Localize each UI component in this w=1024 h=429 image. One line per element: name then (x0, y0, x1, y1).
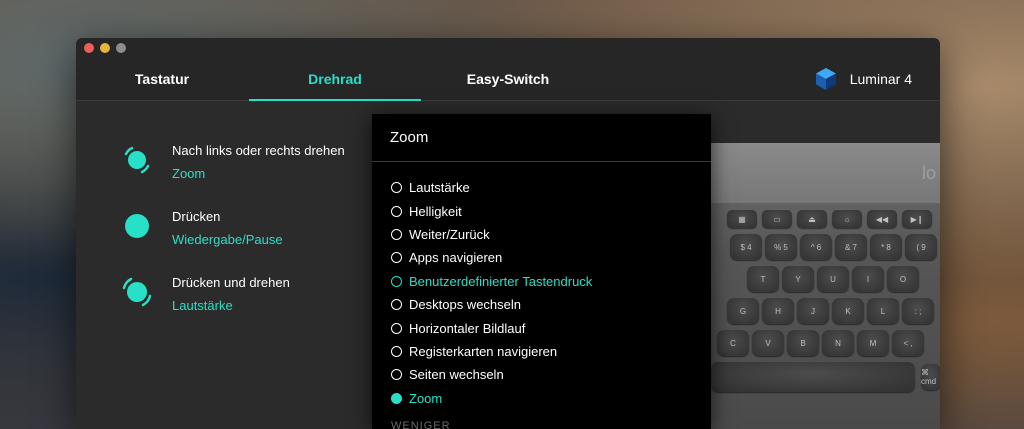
option-horizontaler-bildlauf[interactable]: Horizontaler Bildlauf (372, 316, 711, 339)
luminar-cube-icon (815, 67, 836, 90)
keyboard-preview: lo ▦ ▭ ⏏ ☼ ◀◀ ▶❙ $ 4 % 5 ^ 6 & 7 * 8 ( 9… (711, 143, 940, 429)
option-zoom[interactable]: Zoom (372, 387, 711, 410)
tab-drehrad[interactable]: Drehrad (249, 56, 421, 102)
keyboard-top-edge: lo (711, 143, 940, 203)
key: * 8 (870, 234, 902, 260)
key: H (762, 298, 794, 324)
key-fn: ▭ (762, 210, 792, 228)
radio-selected-icon (391, 392, 402, 404)
key: $ 4 (730, 234, 762, 260)
radio-icon (391, 275, 402, 287)
option-label: Lautstärke (409, 180, 470, 196)
tab-tastatur[interactable]: Tastatur (100, 56, 224, 101)
window-controls (84, 43, 126, 53)
action-press-rotate[interactable]: Drücken und drehen Lautstärke (120, 275, 290, 314)
action-rotate-value[interactable]: Zoom (172, 166, 345, 182)
key: & 7 (835, 234, 867, 260)
radio-icon (391, 252, 402, 264)
option-apps-navigieren[interactable]: Apps navigieren (372, 246, 711, 269)
key: M (857, 330, 889, 356)
option-helligkeit[interactable]: Helligkeit (372, 199, 711, 222)
dial-rotate-icon (124, 146, 150, 174)
key: N (822, 330, 854, 356)
key: < , (892, 330, 924, 356)
radio-icon (391, 228, 402, 240)
radio-icon (391, 299, 402, 311)
function-dropdown: Zoom Lautstärke Helligkeit Weiter/Zurück… (372, 114, 711, 429)
key: V (752, 330, 784, 356)
option-label: Weiter/Zurück (409, 226, 490, 242)
radio-icon (391, 369, 402, 381)
dial-press-icon (125, 214, 149, 238)
key: L (867, 298, 899, 324)
action-press-rotate-value[interactable]: Lautstärke (172, 298, 290, 314)
option-label: Benutzerdefinierter Tastendruck (409, 273, 593, 289)
key: U (817, 266, 849, 292)
app-selector[interactable]: Luminar 4 (814, 56, 912, 101)
option-desktops-wechseln[interactable]: Desktops wechseln (372, 293, 711, 316)
action-press[interactable]: Drücken Wiedergabe/Pause (120, 209, 283, 248)
radio-icon (391, 345, 402, 357)
show-less-button[interactable]: WENIGER (391, 420, 451, 429)
key-fn: ▶❙ (902, 210, 932, 228)
option-registerkarten-navigieren[interactable]: Registerkarten navigieren (372, 340, 711, 363)
key-fn: ☼ (832, 210, 862, 228)
key: G (727, 298, 759, 324)
key: B (787, 330, 819, 356)
option-label: Horizontaler Bildlauf (409, 320, 526, 336)
key-cmd: ⌘ cmd (921, 364, 940, 390)
app-name: Luminar 4 (849, 70, 912, 87)
dial-press-rotate-icon (122, 277, 152, 307)
key-fn: ▦ (727, 210, 757, 228)
key: T (747, 266, 779, 292)
keyboard-logo: lo (921, 163, 936, 183)
option-weiter-zurueck[interactable]: Weiter/Zurück (372, 223, 711, 246)
radio-icon (391, 182, 402, 194)
tab-easy-switch[interactable]: Easy-Switch (446, 56, 570, 101)
option-label: Seiten wechseln (409, 367, 504, 383)
key-space (711, 362, 915, 392)
option-benutzerdefinierter-tastendruck[interactable]: Benutzerdefinierter Tastendruck (372, 270, 711, 293)
key: % 5 (765, 234, 797, 260)
option-lautstaerke[interactable]: Lautstärke (372, 176, 711, 199)
option-label: Apps navigieren (409, 250, 503, 266)
maximize-window-button[interactable] (116, 43, 126, 53)
option-label: Helligkeit (409, 203, 462, 219)
tab-bar: Tastatur Drehrad Easy-Switch Luminar 4 (76, 56, 940, 102)
key: J (797, 298, 829, 324)
action-press-title: Drücken (172, 209, 221, 224)
key-fn: ⏏ (797, 210, 827, 228)
option-seiten-wechseln[interactable]: Seiten wechseln (372, 363, 711, 386)
radio-icon (391, 322, 402, 334)
key: ( 9 (905, 234, 937, 260)
action-rotate-title: Nach links oder rechts drehen (172, 143, 345, 158)
action-press-rotate-title: Drücken und drehen (172, 275, 290, 290)
dropdown-options: Lautstärke Helligkeit Weiter/Zurück Apps… (372, 162, 711, 410)
option-label: Registerkarten navigieren (409, 343, 558, 359)
key: K (832, 298, 864, 324)
key: Y (782, 266, 814, 292)
minimize-window-button[interactable] (100, 43, 110, 53)
action-press-value[interactable]: Wiedergabe/Pause (172, 232, 283, 248)
key: C (717, 330, 749, 356)
key: O (887, 266, 919, 292)
radio-icon (391, 205, 402, 217)
key: : ; (902, 298, 934, 324)
option-label: Zoom (409, 390, 443, 406)
key-fn: ◀◀ (867, 210, 897, 228)
close-window-button[interactable] (84, 43, 94, 53)
key: I (852, 266, 884, 292)
key: ^ 6 (800, 234, 832, 260)
option-label: Desktops wechseln (409, 297, 521, 313)
action-rotate[interactable]: Nach links oder rechts drehen Zoom (120, 143, 345, 182)
dropdown-title: Zoom (372, 114, 711, 162)
